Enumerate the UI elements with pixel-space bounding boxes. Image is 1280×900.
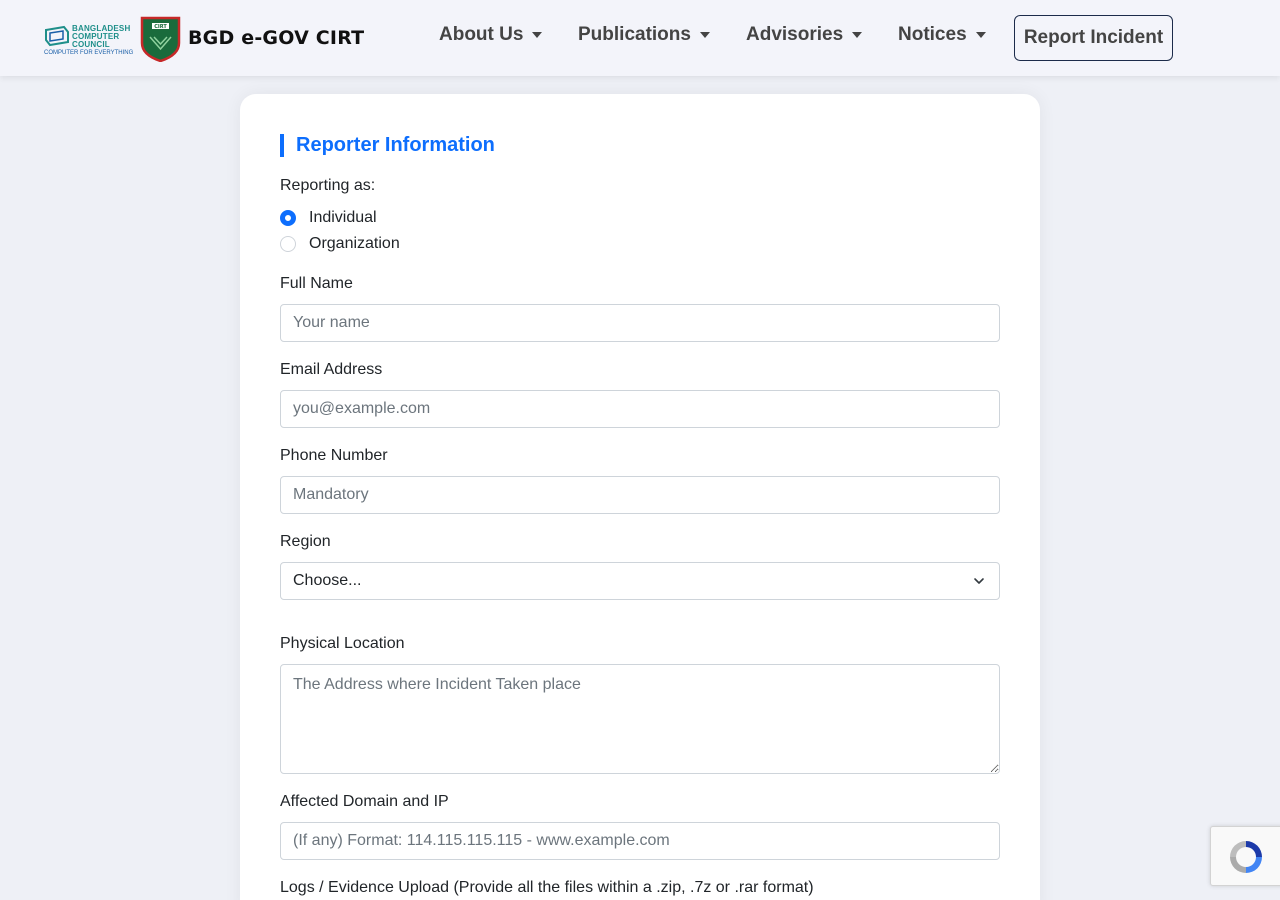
- email-input[interactable]: [280, 390, 1000, 428]
- top-navbar: BANGLADESH COMPUTER COUNCIL COMPUTER FOR…: [0, 0, 1280, 76]
- nav-label: Advisories: [746, 24, 844, 45]
- full-name-input[interactable]: [280, 304, 1000, 342]
- phone-label: Phone Number: [280, 447, 388, 464]
- nav-notices[interactable]: Notices: [898, 24, 986, 46]
- affected-domain-input[interactable]: [280, 822, 1000, 860]
- radio-label: Organization: [309, 235, 400, 252]
- recaptcha-icon: [1230, 841, 1262, 873]
- radio-organization[interactable]: Organization: [280, 235, 400, 253]
- nav-label: Notices: [898, 24, 967, 45]
- report-incident-button[interactable]: Report Incident: [1014, 15, 1173, 61]
- physical-location-textarea[interactable]: [280, 664, 1000, 774]
- radio-checked-icon[interactable]: [280, 210, 296, 226]
- cirt-shield-icon[interactable]: CIRT: [140, 15, 181, 62]
- radio-individual[interactable]: Individual: [280, 209, 377, 227]
- bcc-logo-text: BANGLADESH COMPUTER COUNCIL: [72, 24, 131, 49]
- nav-about-us[interactable]: About Us: [439, 24, 543, 46]
- section-title: Reporter Information: [280, 134, 495, 157]
- radio-unchecked-icon[interactable]: [280, 236, 296, 252]
- nav-advisories[interactable]: Advisories: [746, 24, 863, 46]
- caret-down-icon: [532, 32, 543, 38]
- region-label: Region: [280, 533, 331, 550]
- brand-name[interactable]: BGD e-GOV CIRT: [188, 27, 364, 49]
- nav-publications[interactable]: Publications: [578, 24, 710, 46]
- caret-down-icon: [975, 32, 986, 38]
- region-select[interactable]: Choose...: [280, 562, 1000, 600]
- bcc-tagline: COMPUTER FOR EVERYTHING: [44, 50, 134, 56]
- svg-text:CIRT: CIRT: [154, 24, 167, 30]
- logs-upload-label: Logs / Evidence Upload (Provide all the …: [280, 879, 814, 896]
- affected-domain-label: Affected Domain and IP: [280, 793, 449, 810]
- brand-logos[interactable]: BANGLADESH COMPUTER COUNCIL COMPUTER FOR…: [44, 14, 133, 62]
- nav-label: Publications: [578, 24, 691, 45]
- physical-location-label: Physical Location: [280, 635, 405, 652]
- recaptcha-badge[interactable]: [1210, 826, 1280, 886]
- reporting-as-label: Reporting as:: [280, 177, 376, 194]
- region-selected-value: Choose...: [293, 572, 362, 589]
- phone-input[interactable]: [280, 476, 1000, 514]
- reporter-form-card: Reporter Information Reporting as: Indiv…: [240, 94, 1040, 900]
- caret-down-icon: [852, 32, 863, 38]
- bcc-logo-icon: BANGLADESH COMPUTER COUNCIL COMPUTER FOR…: [44, 18, 133, 58]
- nav-label: About Us: [439, 24, 524, 45]
- email-label: Email Address: [280, 361, 383, 378]
- full-name-label: Full Name: [280, 275, 353, 292]
- radio-label: Individual: [309, 209, 377, 226]
- chevron-down-icon: [974, 578, 984, 584]
- caret-down-icon: [699, 32, 710, 38]
